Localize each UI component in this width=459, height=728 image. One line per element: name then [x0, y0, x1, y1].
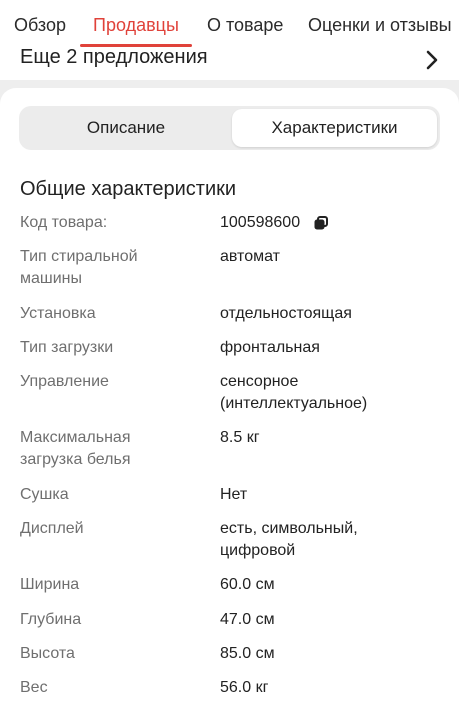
spec-label-height: Высота [20, 645, 75, 662]
characteristics-card: Описание Характеристики Общие характерис… [0, 88, 459, 728]
spec-label-drying: Сушка [20, 486, 69, 503]
tab-sellers[interactable]: Продавцы [93, 15, 179, 36]
copy-icon[interactable] [314, 216, 328, 230]
spec-label-washer-type: Тип стиральной машины [20, 248, 138, 287]
spec-value-width: 60.0 см [220, 576, 275, 593]
tab-overview[interactable]: Обзор [14, 15, 66, 36]
spec-value-depth: 47.0 см [220, 611, 275, 628]
spec-label-max-load: Максимальная загрузка белья [20, 429, 131, 468]
top-navigation: Обзор Продавцы О товаре Оценки и отзывы [0, 0, 459, 48]
tab-about-product[interactable]: О товаре [207, 15, 283, 36]
spec-value-installation: отдельностоящая [220, 305, 352, 322]
spec-label-weight: Вес [20, 679, 48, 696]
spec-label-width: Ширина [20, 576, 80, 593]
spec-label-loading-type: Тип загрузки [20, 339, 114, 356]
spec-label-code: Код товара: [20, 214, 108, 231]
spec-label-display: Дисплей [20, 520, 84, 537]
tab-ratings-reviews[interactable]: Оценки и отзывы [308, 15, 452, 36]
more-offers-label: Еще 2 предложения [20, 46, 208, 68]
spec-value-washer-type: автомат [220, 248, 280, 265]
spec-value-display: есть, символьный, цифровой [220, 520, 358, 559]
spec-label-depth: Глубина [20, 611, 82, 628]
spec-value-height: 85.0 см [220, 645, 275, 662]
spec-label-installation: Установка [20, 305, 96, 322]
section-title: Общие характеристики [20, 178, 237, 200]
spec-value-loading-type: фронтальная [220, 339, 320, 356]
chevron-right-icon [426, 50, 438, 70]
spec-value-control: сенсорное (интеллектуальное) [220, 373, 368, 412]
spec-value-drying: Нет [220, 486, 248, 503]
spec-label-control: Управление [20, 373, 109, 390]
characteristics-tab[interactable]: Характеристики [232, 109, 437, 147]
spec-value-weight: 56.0 кг [220, 679, 269, 696]
spec-value-max-load: 8.5 кг [220, 429, 260, 446]
spec-value-code: 100598600 [220, 214, 301, 231]
description-characteristics-switch: Описание Характеристики [19, 106, 440, 150]
description-tab[interactable]: Описание [22, 109, 230, 147]
active-tab-indicator [80, 44, 192, 47]
